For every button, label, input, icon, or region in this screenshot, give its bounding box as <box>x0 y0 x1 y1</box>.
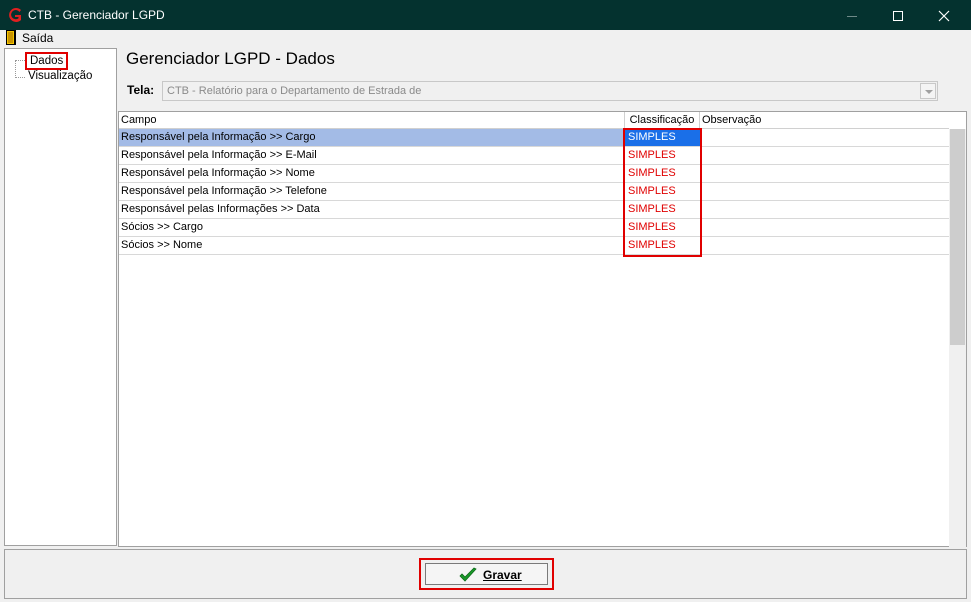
tree-connector <box>15 60 16 78</box>
tree-connector <box>15 77 25 78</box>
checkmark-icon <box>459 567 477 582</box>
gravar-button-face[interactable]: Gravar <box>425 563 548 585</box>
cell-observacao[interactable] <box>700 165 949 182</box>
cell-observacao[interactable] <box>700 147 949 164</box>
grid-header: Campo Classificação Observação <box>119 112 949 129</box>
cell-observacao[interactable] <box>700 237 949 254</box>
menu-exit[interactable]: Saída <box>22 31 53 45</box>
table-row[interactable]: Responsável pelas Informações >> Data SI… <box>119 201 949 219</box>
tela-label: Tela: <box>127 83 155 97</box>
scrollbar-thumb[interactable] <box>950 129 965 345</box>
cell-campo[interactable]: Sócios >> Nome <box>119 237 625 254</box>
window-title: CTB - Gerenciador LGPD <box>28 8 165 22</box>
exit-door-icon[interactable] <box>6 30 16 45</box>
bottom-toolbar: Gravar <box>4 549 967 599</box>
cell-campo[interactable]: Sócios >> Cargo <box>119 219 625 236</box>
tela-value: CTB - Relatório para o Departamento de E… <box>167 85 422 97</box>
highlight-box <box>623 128 702 257</box>
menu-bar: Saída <box>0 30 971 46</box>
data-grid[interactable]: Campo Classificação Observação Responsáv… <box>118 111 967 547</box>
cell-campo[interactable]: Responsável pela Informação >> Cargo <box>119 129 625 146</box>
cell-observacao[interactable] <box>700 129 949 146</box>
cell-campo[interactable]: Responsável pelas Informações >> Data <box>119 201 625 218</box>
tela-select[interactable]: CTB - Relatório para o Departamento de E… <box>162 81 938 101</box>
maximize-icon <box>893 11 903 22</box>
table-row[interactable]: Responsável pela Informação >> Nome SIMP… <box>119 165 949 183</box>
table-row[interactable]: Responsável pela Informação >> Cargo SIM… <box>119 129 949 147</box>
gravar-button[interactable]: Gravar <box>419 558 554 590</box>
cell-observacao[interactable] <box>700 219 949 236</box>
cell-observacao[interactable] <box>700 201 949 218</box>
column-header-campo[interactable]: Campo <box>119 112 625 129</box>
tree-item-visualizacao[interactable]: Visualização <box>28 70 92 82</box>
close-button[interactable] <box>921 0 967 30</box>
chevron-down-icon[interactable] <box>920 83 936 99</box>
column-header-observacao[interactable]: Observação <box>700 112 949 129</box>
maximize-button[interactable] <box>875 0 921 30</box>
vertical-scrollbar[interactable] <box>949 129 966 547</box>
minimize-button[interactable] <box>829 0 875 30</box>
table-row[interactable]: Responsável pela Informação >> E-Mail SI… <box>119 147 949 165</box>
cell-campo[interactable]: Responsável pela Informação >> Nome <box>119 165 625 182</box>
cell-campo[interactable]: Responsável pela Informação >> E-Mail <box>119 147 625 164</box>
column-header-classificacao[interactable]: Classificação <box>625 112 700 129</box>
ctb-logo-icon <box>9 8 21 22</box>
cell-observacao[interactable] <box>700 183 949 200</box>
minimize-icon <box>847 15 857 17</box>
close-icon <box>938 10 950 22</box>
title-bar[interactable]: CTB - Gerenciador LGPD <box>0 0 971 30</box>
table-row[interactable]: Sócios >> Cargo SIMPLES <box>119 219 949 237</box>
table-row[interactable]: Sócios >> Nome SIMPLES <box>119 237 949 255</box>
tree-connector <box>15 60 25 61</box>
gravar-label: Gravar <box>483 568 522 582</box>
table-row[interactable]: Responsável pela Informação >> Telefone … <box>119 183 949 201</box>
page-title: Gerenciador LGPD - Dados <box>126 49 335 68</box>
cell-campo[interactable]: Responsável pela Informação >> Telefone <box>119 183 625 200</box>
navigation-tree: Dados Visualização <box>4 48 117 546</box>
tree-item-dados[interactable]: Dados <box>25 52 69 70</box>
